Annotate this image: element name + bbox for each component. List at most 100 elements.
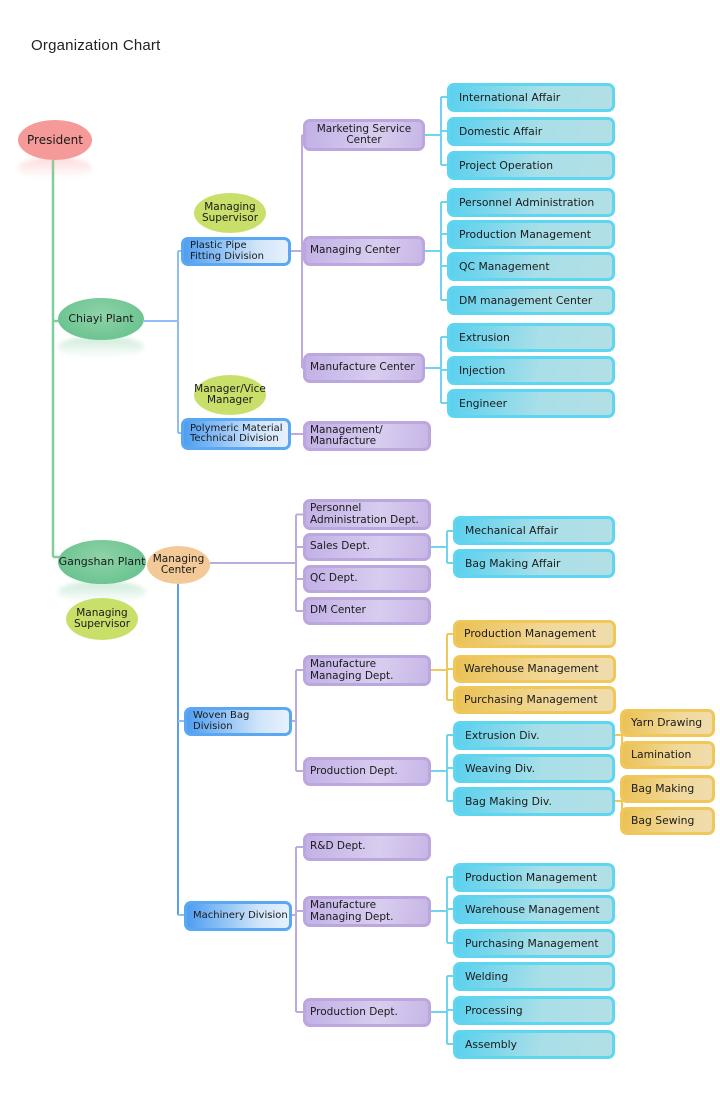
unit-node[interactable]: Engineer [447,389,615,418]
unit-node[interactable]: Assembly [453,1030,615,1059]
division-node-label: Plastic Pipe Fitting Division [190,240,264,262]
unit-node-label: Extrusion Div. [465,728,540,742]
dept-node-label: Production Dept. [310,764,398,777]
unit-node[interactable]: Injection [447,356,615,385]
unit-node-label: Personnel Administration [459,195,595,209]
dept-node[interactable]: Sales Dept. [303,533,431,561]
dept-node[interactable]: R&D Dept. [303,833,431,861]
unit-node[interactable]: Warehouse Management [453,895,615,924]
dept-node-label: Production Dept. [310,1005,398,1018]
unit-node[interactable]: Production Management [453,620,616,648]
center-node-label: Management/ Manufacture [310,423,383,447]
unit-node[interactable]: Extrusion Div. [453,721,615,750]
gangshan-plant-node[interactable]: Gangshan Plant [58,540,146,584]
dept-node-label: QC Dept. [310,572,358,585]
unit-node[interactable]: Domestic Affair [447,117,615,146]
unit-node-label: DM management Center [459,293,593,307]
dept-node[interactable]: QC Dept. [303,565,431,593]
unit-node-label: Injection [459,363,506,377]
unit-node-label: Purchasing Management [465,936,599,950]
unit-node[interactable]: Welding [453,962,615,991]
division-node-label: Machinery Division [193,909,288,921]
sub-unit-node-label: Lamination [631,748,692,762]
division-node[interactable]: Machinery Division [184,901,292,931]
unit-node-label: Production Management [465,870,597,884]
unit-node[interactable]: Bag Making Affair [453,549,615,578]
unit-node[interactable]: Warehouse Management [453,655,616,683]
center-node[interactable]: Manufacture Center [303,353,425,383]
unit-node[interactable]: Purchasing Management [453,929,615,958]
division-node-label: Polymeric Material Technical Division [190,422,283,444]
unit-node-label: Domestic Affair [459,124,543,138]
unit-node[interactable]: DM management Center [447,286,615,315]
division-head-oval-label: Managing Supervisor [201,200,259,224]
managing-center-oval[interactable]: Managing Center [147,546,210,584]
dept-node[interactable]: Personnel Administration Dept. [303,499,431,530]
chiayi-plant-node-label: Chiayi Plant [68,312,134,326]
dept-node[interactable]: Production Dept. [303,757,431,786]
unit-node[interactable]: Project Operation [447,151,615,180]
gangshan-head-oval-label: Managing Supervisor [73,606,131,630]
unit-node[interactable]: Weaving Div. [453,754,615,783]
sub-unit-node[interactable]: Bag Sewing [620,807,715,835]
division-head-oval[interactable]: Manager/Vice Manager [194,375,266,415]
unit-node[interactable]: Processing [453,996,615,1025]
unit-node[interactable]: Production Management [447,220,615,249]
unit-node-label: Engineer [459,396,508,410]
oval-reflection [18,157,92,179]
unit-node[interactable]: International Affair [447,83,615,112]
unit-node-label: Project Operation [459,158,554,172]
dept-node[interactable]: Manufacture Managing Dept. [303,896,431,927]
unit-node-label: International Affair [459,90,561,104]
dept-node[interactable]: Manufacture Managing Dept. [303,655,431,686]
sub-unit-node[interactable]: Lamination [620,741,715,769]
division-node[interactable]: Woven Bag Division [184,707,292,736]
center-node[interactable]: Management/ Manufacture [303,421,431,451]
unit-node-label: Bag Making Div. [465,794,552,808]
dept-node[interactable]: Production Dept. [303,998,431,1027]
unit-node[interactable]: Purchasing Management [453,686,616,714]
unit-node[interactable]: Bag Making Div. [453,787,615,816]
division-head-oval-label: Manager/Vice Manager [194,382,266,406]
unit-node-label: Bag Making Affair [465,556,561,570]
unit-node-label: Purchasing Management [464,693,598,707]
division-node-label: Woven Bag Division [193,710,250,732]
dept-node[interactable]: DM Center [303,597,431,625]
unit-node-label: Weaving Div. [465,761,536,775]
sub-unit-node[interactable]: Yarn Drawing [620,709,715,737]
dept-node-label: Manufacture Managing Dept. [310,658,394,682]
unit-node-label: Production Management [464,627,596,641]
chiayi-plant-node[interactable]: Chiayi Plant [58,298,144,340]
center-node-label: Marketing Service Center [316,122,412,146]
dept-node-label: R&D Dept. [310,840,366,853]
gangshan-plant-node-label: Gangshan Plant [58,555,146,569]
unit-node-label: QC Management [459,259,550,273]
unit-node[interactable]: QC Management [447,252,615,281]
unit-node-label: Mechanical Affair [465,523,559,537]
unit-node-label: Warehouse Management [464,662,599,676]
unit-node-label: Welding [465,969,509,983]
unit-node-label: Assembly [465,1037,518,1051]
unit-node-label: Extrusion [459,330,510,344]
center-node[interactable]: Managing Center [303,236,425,266]
dept-node-label: Personnel Administration Dept. [310,502,419,526]
division-head-oval[interactable]: Managing Supervisor [194,193,266,233]
unit-node[interactable]: Extrusion [447,323,615,352]
division-node[interactable]: Polymeric Material Technical Division [181,418,291,450]
president-node-label: President [27,132,83,147]
center-node[interactable]: Marketing Service Center [303,119,425,151]
gangshan-head-oval[interactable]: Managing Supervisor [66,598,138,640]
unit-node-label: Warehouse Management [465,902,600,916]
managing-center-oval-label: Managing Center [152,552,205,576]
division-node[interactable]: Plastic Pipe Fitting Division [181,237,291,266]
sub-unit-node-label: Bag Sewing [631,814,695,828]
unit-node[interactable]: Personnel Administration [447,188,615,217]
unit-node-label: Production Management [459,227,591,241]
unit-node[interactable]: Production Management [453,863,615,892]
sub-unit-node[interactable]: Bag Making [620,775,715,803]
dept-node-label: DM Center [310,604,366,617]
president-node[interactable]: President [18,120,92,160]
unit-node[interactable]: Mechanical Affair [453,516,615,545]
sub-unit-node-label: Yarn Drawing [631,716,703,730]
sub-unit-node-label: Bag Making [631,782,695,796]
